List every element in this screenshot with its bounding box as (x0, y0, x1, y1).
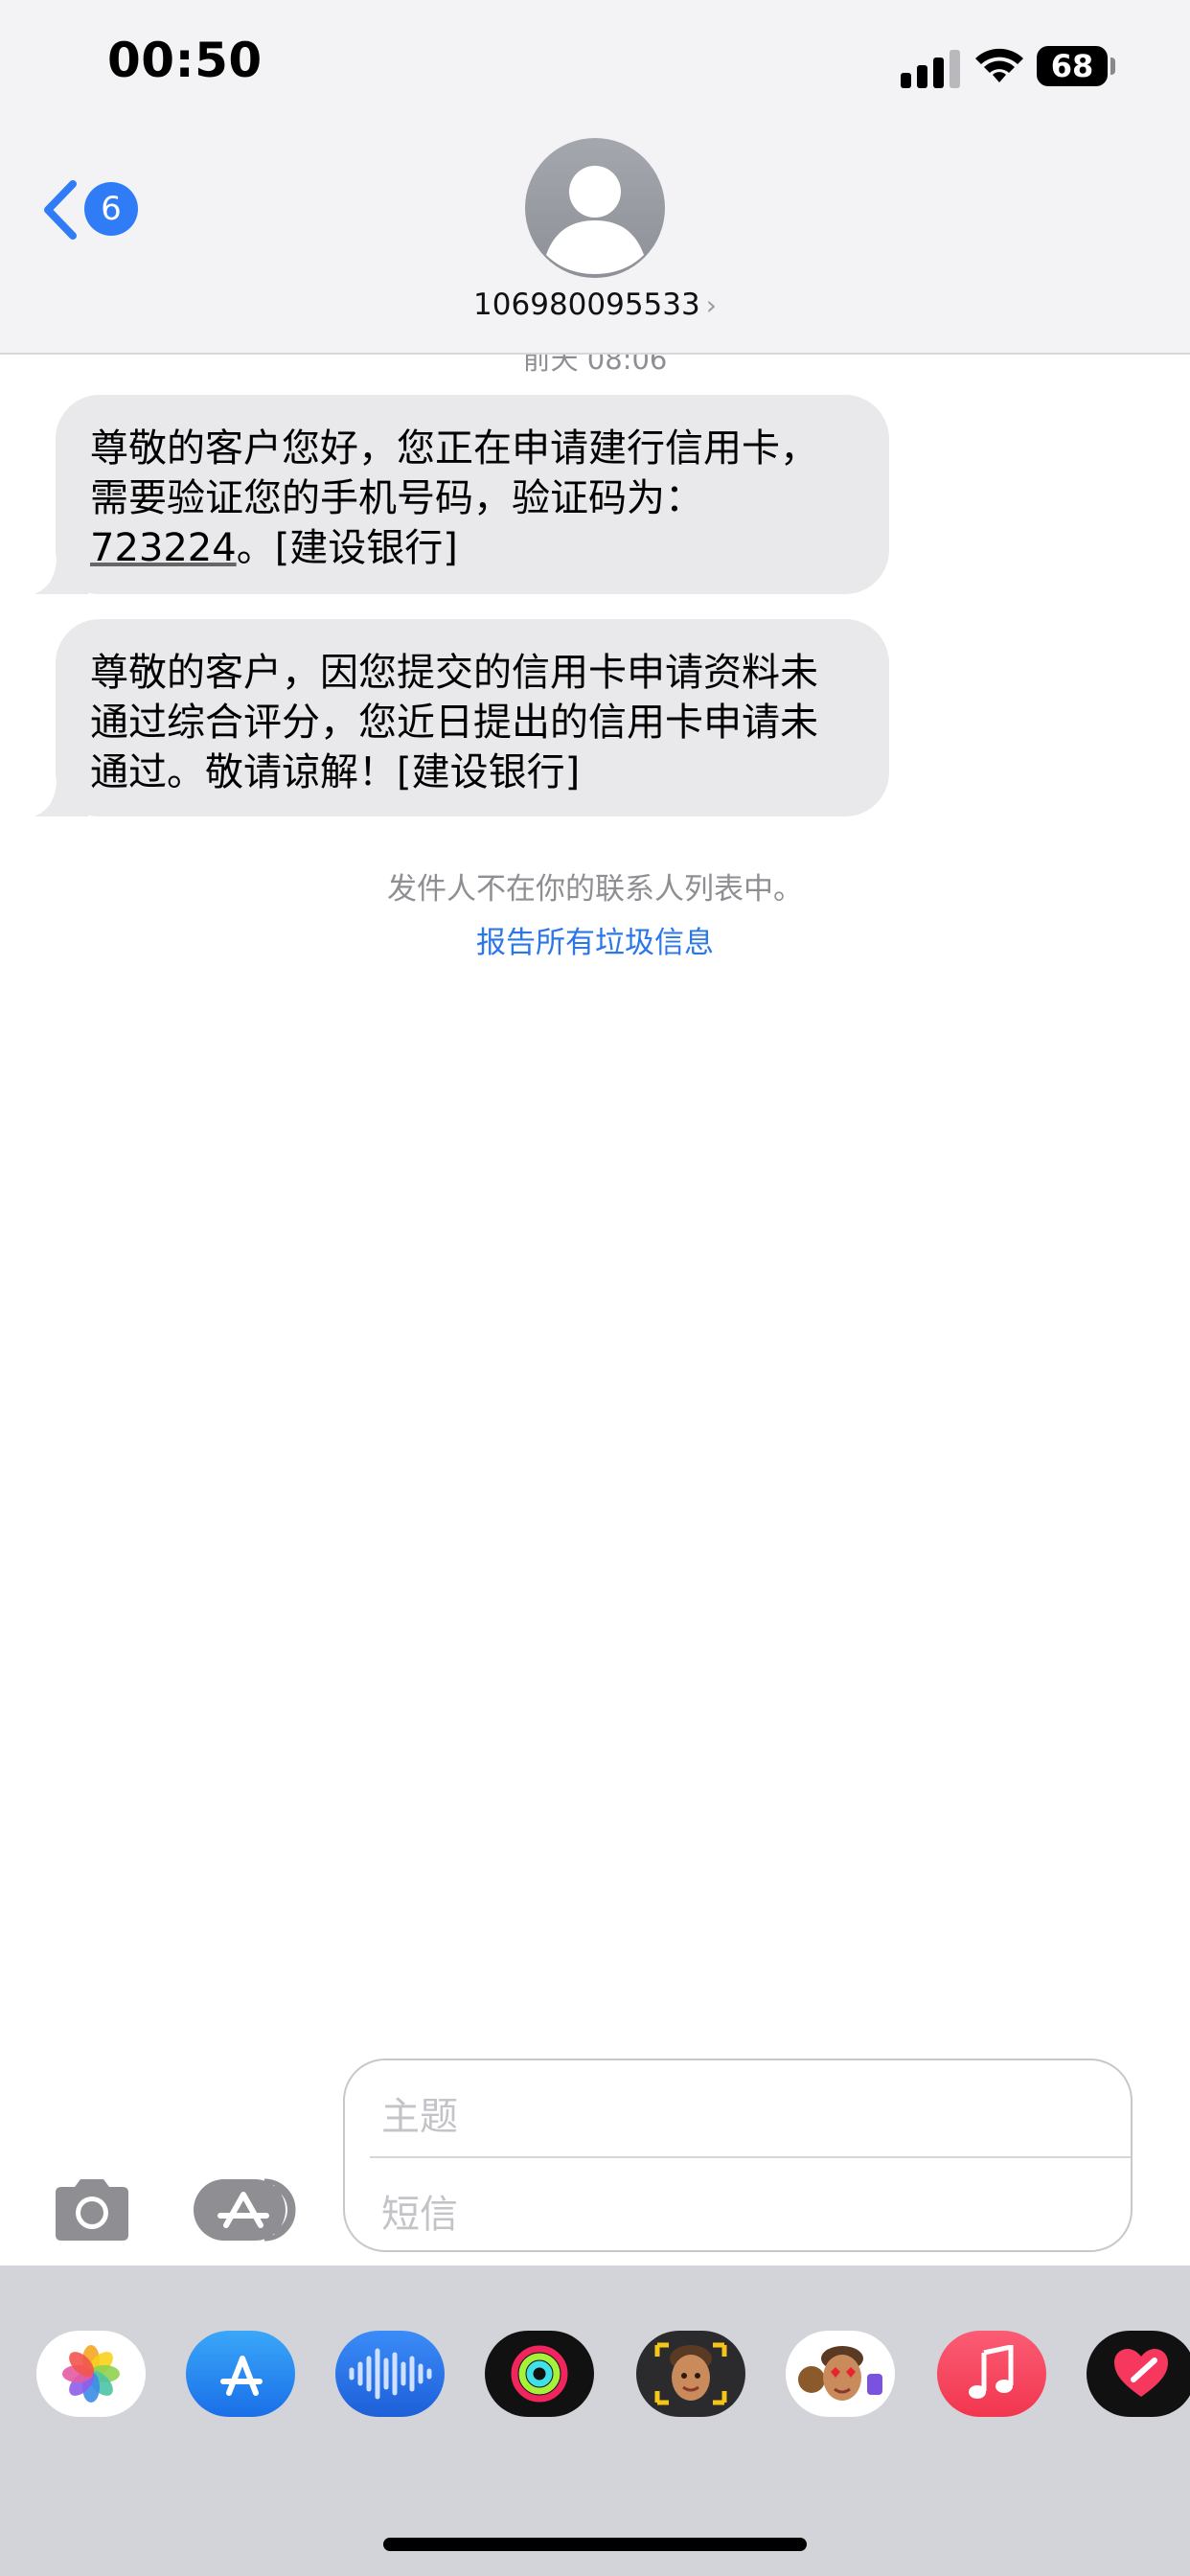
person-silhouette-icon (546, 166, 644, 274)
photos-flower-icon (62, 2345, 120, 2403)
app-store-a-icon (220, 2356, 263, 2396)
activity-rings-icon (511, 2345, 568, 2403)
contact-name[interactable]: 106980095533 › (0, 288, 1190, 322)
music-app-icon[interactable] (937, 2331, 1046, 2417)
message-bubble[interactable]: 尊敬的客户，因您提交的信用卡申请资料未通过综合评分，您近日提出的信用卡申请未通过… (34, 619, 889, 816)
message-input[interactable]: 短信 (381, 2183, 458, 2239)
message-text: 尊敬的客户您好，您正在申请建行信用卡，需要验证您的手机号码，验证码为： (90, 426, 818, 520)
memoji-stickers-app-icon[interactable] (786, 2331, 895, 2417)
imessage-app-drawer (0, 2266, 1190, 2576)
message-compose-field[interactable]: 主题 短信 (343, 2058, 1133, 2252)
battery-cap (1110, 58, 1115, 75)
status-time: 00:50 (107, 33, 263, 88)
camera-icon[interactable] (48, 2175, 136, 2244)
chevron-left-icon (44, 180, 77, 240)
contact-number: 106980095533 (473, 288, 700, 322)
compose-divider (370, 2156, 1131, 2158)
digital-touch-app-icon[interactable] (1087, 2331, 1190, 2417)
unknown-sender-note: 发件人不在你的联系人列表中。 (387, 872, 803, 907)
wifi-icon (975, 48, 1023, 82)
message-text-suffix: 。[建设银行] (236, 526, 458, 570)
music-note-icon (969, 2345, 1014, 2399)
contact-avatar[interactable] (525, 138, 665, 278)
message-text: 尊敬的客户，因您提交的信用卡申请资料未通过综合评分，您近日提出的信用卡申请未通过… (90, 651, 818, 794)
verification-code-link[interactable]: 723224 (90, 526, 237, 570)
activity-app-icon[interactable] (485, 2331, 594, 2417)
conversation-header: 00:50 68 6 106980095533 › (0, 0, 1190, 355)
memoji-face-icon (654, 2342, 727, 2405)
message-bubble[interactable]: 尊敬的客户您好，您正在申请建行信用卡，需要验证您的手机号码，验证码为： 72322… (34, 395, 889, 594)
app-store-icon (194, 2178, 296, 2242)
app-store-button[interactable] (192, 2175, 299, 2244)
unread-count-badge: 6 (84, 182, 138, 236)
subject-input[interactable]: 主题 (381, 2085, 458, 2141)
chevron-right-icon: › (705, 289, 717, 321)
back-button[interactable]: 6 (40, 172, 146, 245)
heart-icon (1114, 2349, 1168, 2397)
home-indicator[interactable] (383, 2538, 807, 2551)
photos-app-icon[interactable] (36, 2331, 146, 2417)
report-junk-link[interactable]: 报告所有垃圾信息 (0, 918, 1190, 961)
memoji-app-icon[interactable] (636, 2331, 745, 2417)
cellular-signal-icon (901, 50, 962, 88)
bubble-tail (34, 767, 88, 816)
audio-message-app-icon[interactable] (335, 2331, 445, 2417)
waveform-icon (349, 2348, 432, 2400)
bubble-tail (34, 544, 88, 594)
app-store-app-icon[interactable] (186, 2331, 295, 2417)
battery-icon: 68 (1037, 46, 1108, 86)
memoji-stickers-icon (798, 2346, 882, 2401)
